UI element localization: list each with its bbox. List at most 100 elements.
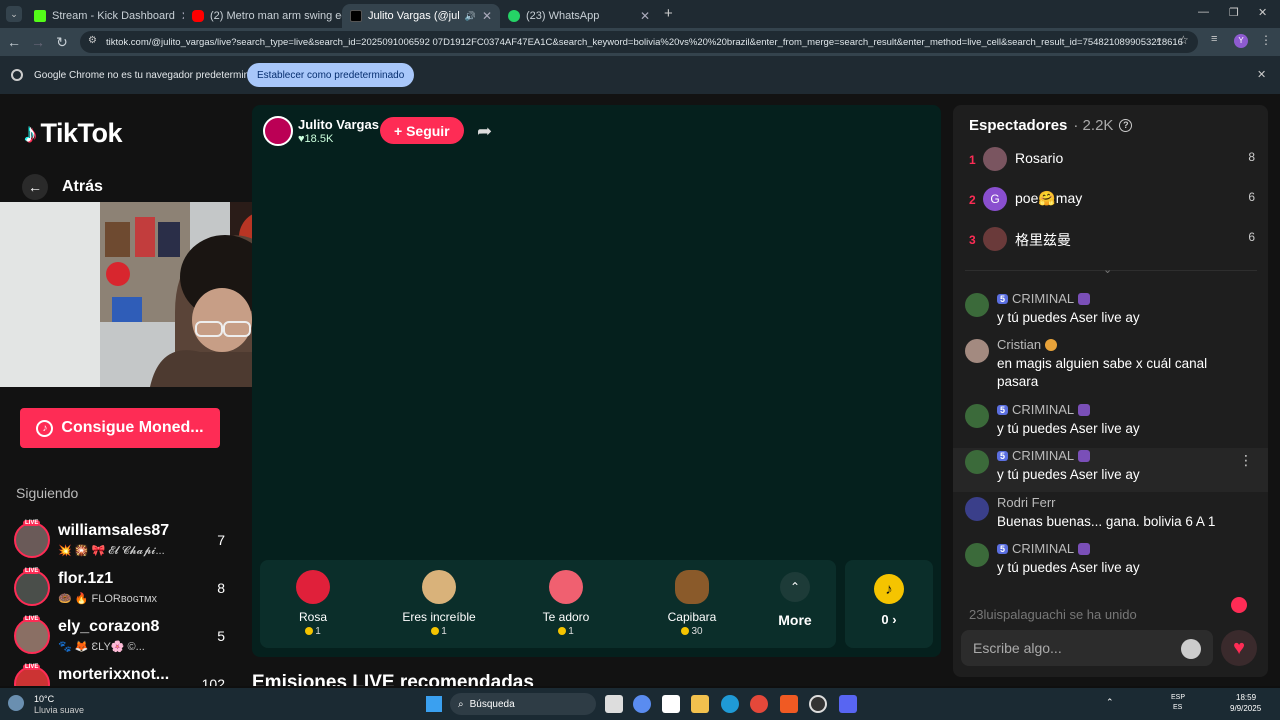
following-item[interactable]: LIVE morterixxnot... 102 (14, 664, 229, 686)
store-icon[interactable] (662, 695, 680, 713)
back-button[interactable]: ← Atrás (22, 174, 103, 200)
clock-time[interactable]: 18:59 (1236, 693, 1256, 702)
gift-eres-increible[interactable]: Eres increíble 1 (389, 570, 489, 637)
tiktok-coin-icon: ♪ (874, 574, 904, 604)
youtube-icon (192, 10, 204, 22)
windows-taskbar: 10°C Lluvia suave ⌕ Búsqueda ⌃ ESP ES 18… (0, 688, 1280, 720)
live-badge: LIVE (23, 664, 41, 670)
tiktok-logo[interactable]: ♪ TikTok (24, 118, 123, 149)
browser-tab-bar: ⌄ Stream - Kick Dashboard ✕ (2) Metro ma… (0, 0, 1280, 28)
close-window-icon[interactable]: ✕ (1258, 6, 1267, 19)
chevron-down-icon[interactable]: ⌄ (1103, 263, 1112, 276)
recommended-live-title: Emisiones LIVE recomendadas (252, 672, 534, 686)
minimize-icon[interactable]: — (1198, 6, 1209, 18)
gift-capibara[interactable]: Capibara 30 (642, 570, 742, 637)
heart-like-button[interactable]: ♥ (1221, 630, 1257, 666)
zoom-icon[interactable]: ⌕ (1156, 34, 1162, 47)
tiktok-coin-icon: ♪ (36, 419, 54, 437)
close-tab-icon[interactable]: ✕ (640, 9, 650, 23)
url-field[interactable]: ⚙ tiktok.com/@julito_vargas/live?search_… (80, 31, 1198, 53)
avatar (983, 147, 1007, 171)
language-indicator[interactable]: ESP (1171, 694, 1185, 701)
task-view-icon[interactable] (605, 695, 623, 713)
coin-balance-button[interactable]: ♪ 0 › (845, 560, 933, 648)
tab-youtube[interactable]: (2) Metro man arm swing edit ✕ (184, 4, 342, 28)
profile-avatar[interactable]: Y (1234, 34, 1248, 48)
following-section-title: Siguiendo (16, 485, 79, 501)
get-coins-button[interactable]: ♪ Consigue Moned... (20, 408, 220, 448)
more-options-icon[interactable]: ⋮ (1239, 452, 1253, 469)
share-icon[interactable]: ➦ (477, 121, 492, 142)
avatar (965, 404, 989, 428)
help-icon[interactable]: ? (1119, 119, 1133, 132)
host-avatar[interactable] (263, 116, 293, 146)
live-badge: LIVE (23, 568, 41, 574)
top-viewer-row[interactable]: 2 G poe🤗may 6 (969, 187, 1259, 221)
discord-icon[interactable] (839, 695, 857, 713)
emote-icon (1078, 449, 1091, 462)
following-item[interactable]: LIVE flor.1z1 🍩 🔥 FLORʙᴏɢᴛᴍx 8 (14, 568, 229, 612)
chrome-icon[interactable] (750, 695, 768, 713)
tab-whatsapp[interactable]: (23) WhatsApp ✕ (500, 4, 658, 28)
like-animation-icon (1231, 597, 1247, 613)
tab-list-icon[interactable]: ⌄ (6, 6, 22, 22)
maximize-icon[interactable]: ❐ (1229, 6, 1239, 19)
default-browser-infobar: Google Chrome no es tu navegador predete… (0, 56, 1280, 94)
following-item[interactable]: LIVE ely_corazon8 🐾 🦊 ƐLY🌸 ©... 5 (14, 616, 229, 660)
top-viewer-row[interactable]: 3 格里兹曼 6 (969, 227, 1259, 261)
weather-icon[interactable] (8, 695, 24, 711)
explorer-icon[interactable] (691, 695, 709, 713)
avatar: G (983, 187, 1007, 211)
viewers-header: Espectadores · 2.2K ? (969, 117, 1133, 134)
top-viewer-row[interactable]: 1 Rosario 8 (969, 147, 1259, 181)
forward-arrow-icon[interactable]: → (26, 34, 50, 50)
media-control-icon[interactable]: ≡ (1211, 33, 1217, 45)
avatar (965, 293, 989, 317)
brave-icon[interactable] (780, 695, 798, 713)
close-tab-icon[interactable]: ✕ (482, 9, 492, 23)
close-infobar-icon[interactable]: ✕ (1257, 68, 1266, 81)
follow-button[interactable]: + Seguir (380, 117, 464, 144)
emote-icon (1078, 292, 1091, 305)
chevron-up-icon: ⌃ (780, 572, 810, 602)
live-player[interactable]: Julito Vargas ♥18.5K + Seguir ➦ Rosa 1 E… (252, 105, 941, 657)
back-arrow-icon[interactable]: ← (2, 34, 26, 50)
clock-date: 9/9/2025 (1230, 704, 1262, 713)
gift-rosa[interactable]: Rosa 1 (263, 570, 363, 637)
menu-kebab-icon[interactable]: ⋮ (1260, 33, 1272, 47)
emoji-picker-icon[interactable] (1181, 639, 1201, 659)
level-badge: 5 (997, 450, 1009, 461)
kick-icon (34, 10, 46, 22)
emote-icon (1078, 403, 1091, 416)
site-info-icon[interactable]: ⚙ (88, 35, 97, 46)
taskbar-search[interactable]: ⌕ Búsqueda (450, 693, 596, 715)
copilot-icon[interactable] (633, 695, 651, 713)
following-item[interactable]: LIVE williamsales87 💥 🎇 🎀 𝓔𝓵 𝓒𝓱𝓪𝓹𝓲... 7 (14, 520, 229, 564)
windows-start-icon[interactable] (426, 696, 442, 712)
tab-tiktok[interactable]: Julito Vargas (@julito_varga 🔊 ✕ (342, 4, 500, 28)
tab-kick[interactable]: Stream - Kick Dashboard ✕ (26, 4, 184, 28)
chat-message-hovered[interactable]: 5 CRIMINAL y tú puedes Aser live ay ⋮ (953, 448, 1268, 492)
gift-te-adoro[interactable]: Te adoro 1 (516, 570, 616, 637)
chat-input[interactable]: Escribe algo... (961, 630, 1213, 666)
live-badge: LIVE (23, 520, 41, 526)
chrome-icon (11, 69, 23, 81)
obs-icon[interactable] (809, 695, 827, 713)
tray-chevron-icon[interactable]: ⌃ (1106, 697, 1114, 708)
edge-icon[interactable] (721, 695, 739, 713)
gift-bar: Rosa 1 Eres increíble 1 Te adoro 1 Capib… (260, 560, 836, 648)
weather-desc: Lluvia suave (34, 705, 85, 715)
avatar (14, 522, 50, 558)
cat-icon (422, 570, 456, 604)
host-name[interactable]: Julito Vargas (298, 117, 379, 132)
avatar (14, 570, 50, 606)
tiktok-icon (350, 10, 362, 22)
set-default-button[interactable]: Establecer como predeterminado (247, 63, 415, 87)
bookmark-star-icon[interactable]: ☆ (1178, 33, 1189, 47)
reload-icon[interactable]: ↻ (50, 34, 74, 51)
rose-icon (296, 570, 330, 604)
tiktok-page: ♪ TikTok ← Atrás ♪ Consigue Moned... Sig… (0, 94, 1280, 686)
search-icon: ⌕ (458, 698, 464, 710)
new-tab-button[interactable]: + (664, 5, 673, 22)
more-gifts-button[interactable]: ⌃ More (774, 572, 816, 628)
